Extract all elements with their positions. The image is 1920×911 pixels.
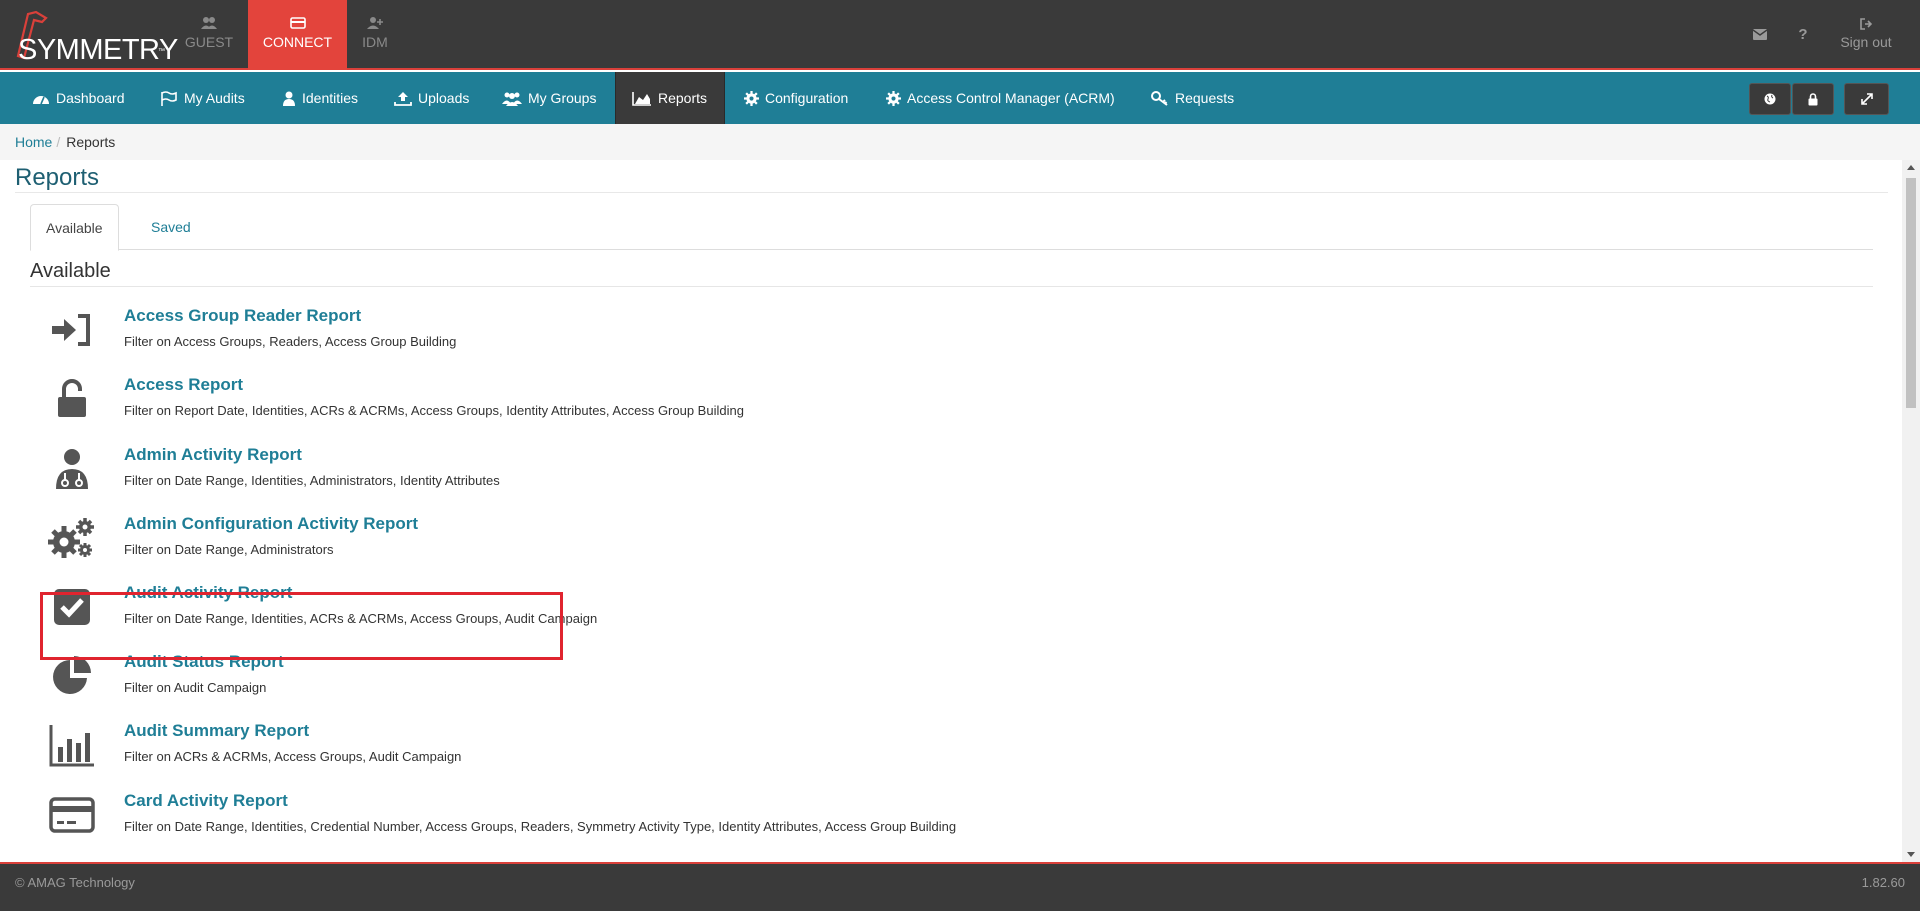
topnav-connect-label: CONNECT [262,34,333,50]
sign-out-icon [1859,18,1872,30]
unlock-icon [58,379,86,417]
user-icon [283,91,295,106]
report-desc: Filter on Date Range, Identities, Creden… [124,819,957,834]
report-desc: Filter on Audit Campaign [124,680,267,695]
lock-icon [1808,93,1818,106]
envelope-icon [1752,29,1768,40]
symmetry-logo[interactable]: SYMMETRY ™ [6,8,178,66]
nav-my-audits[interactable]: My Audits [160,72,245,124]
highlight-box [40,592,563,660]
nav-requests-label: Requests [1175,90,1235,106]
scroll-thumb[interactable] [1906,178,1916,408]
nav-acrm-label: Access Control Manager (ACRM) [907,90,1115,106]
vertical-scrollbar[interactable] [1902,160,1920,862]
nav-configuration[interactable]: Configuration [744,72,848,124]
tab-saved[interactable]: Saved [136,204,206,250]
report-tabs: Available Saved [30,204,1873,251]
expand-icon [1860,93,1873,105]
lock-button[interactable] [1792,83,1834,115]
nav-dashboard[interactable]: Dashboard [32,72,125,124]
breadcrumb: Home / Reports [0,124,1920,160]
title-divider [15,192,1888,193]
topnav-guest-label: GUEST [184,34,234,50]
section-title: Available [30,260,111,282]
gears-icon [48,518,94,558]
topnav-idm[interactable]: IDM [355,0,395,70]
report-title-admin-activity[interactable]: Admin Activity Report [124,445,302,465]
help-button[interactable]: ? [1793,0,1813,70]
user-md-icon [56,449,88,489]
dashboard-icon [33,96,49,105]
footer-version: 1.82.60 [1861,875,1905,890]
topnav-connect[interactable]: CONNECT [248,0,347,70]
messages-button[interactable] [1750,0,1770,70]
nav-dashboard-label: Dashboard [56,90,125,106]
footer: © AMAG Technology 1.82.60 [0,862,1920,911]
report-desc: Filter on Date Range, Identities, Admini… [124,473,500,488]
upload-icon [394,92,412,106]
breadcrumb-separator: / [56,134,61,150]
nav-identities-label: Identities [302,90,359,106]
nav-uploads[interactable]: Uploads [394,72,469,124]
area-chart-icon [632,92,651,106]
nav-acrm[interactable]: Access Control Manager (ACRM) [886,72,1115,124]
sign-in-icon [52,314,90,346]
report-desc: Filter on Access Groups, Readers, Access… [124,334,457,349]
scroll-down-arrow[interactable] [1907,852,1915,857]
nav-requests[interactable]: Requests [1151,72,1234,124]
flag-icon [161,91,177,106]
report-title-audit-summary[interactable]: Audit Summary Report [124,721,309,741]
globe-button[interactable] [1749,83,1791,115]
report-title-access[interactable]: Access Report [124,375,243,395]
page-title: Reports [15,164,100,191]
logo-text: SYMMETRY [18,34,178,66]
nav-uploads-label: Uploads [418,90,470,106]
report-title-admin-configuration-activity[interactable]: Admin Configuration Activity Report [124,514,418,534]
topnav-guest[interactable]: GUEST [178,0,240,70]
sign-out-label: Sign out [1840,34,1892,50]
section-divider [30,286,1873,287]
nav-configuration-label: Configuration [765,90,849,106]
credit-card-icon [49,797,95,833]
nav-my-groups[interactable]: My Groups [502,72,596,124]
tab-available[interactable]: Available [30,204,119,251]
globe-icon [1764,93,1776,105]
user-add-icon [367,17,383,29]
key-icon [1151,91,1168,106]
gear-icon [744,91,759,106]
main-nav: Dashboard My Audits Identities Uploads M… [0,72,1920,124]
main-content: Reports Available Saved Available Access… [0,160,1902,862]
footer-copyright: © AMAG Technology [15,875,135,890]
breadcrumb-home[interactable]: Home [15,134,52,150]
report-title-access-group-reader[interactable]: Access Group Reader Report [124,306,361,326]
nav-reports-label: Reports [658,90,708,106]
nav-reports[interactable]: Reports [615,72,725,124]
nav-my-audits-label: My Audits [184,90,245,106]
card-icon [289,17,306,29]
scroll-up-arrow[interactable] [1907,165,1915,170]
report-desc: Filter on Report Date, Identities, ACRs … [124,403,744,418]
topnav-idm-label: IDM [362,34,388,50]
nav-my-groups-label: My Groups [528,90,597,106]
report-desc: Filter on ACRs & ACRMs, Access Groups, A… [124,749,462,764]
logo-tm: ™ [158,48,165,55]
gear-icon [886,91,901,106]
top-bar: SYMMETRY ™ GUEST CONNECT IDM ? Sign out [0,0,1920,70]
report-title-card-activity[interactable]: Card Activity Report [124,791,288,811]
report-desc: Filter on Date Range, Administrators [124,542,334,557]
users-icon [201,17,217,29]
bar-chart-icon [49,725,94,767]
breadcrumb-current: Reports [66,134,116,150]
group-icon [502,92,522,106]
fullscreen-button[interactable] [1844,83,1889,115]
sign-out-button[interactable]: Sign out [1832,0,1900,70]
nav-identities[interactable]: Identities [282,72,358,124]
